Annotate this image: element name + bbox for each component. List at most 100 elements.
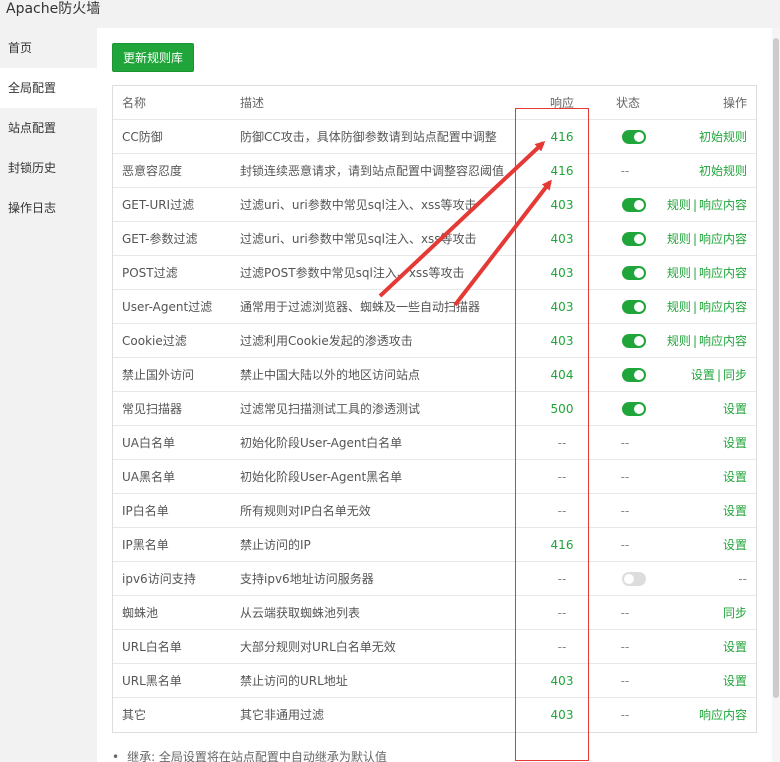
status-toggle[interactable] bbox=[622, 300, 646, 314]
op-link[interactable]: 规则 bbox=[667, 266, 691, 280]
table-row: 禁止国外访问 禁止中国大陆以外的地区访问站点 404 设置 | 同步 bbox=[113, 358, 756, 392]
rule-operations: 初始规则 bbox=[699, 154, 747, 188]
op-link[interactable]: 设置 bbox=[723, 640, 747, 654]
update-rules-button[interactable]: 更新规则库 bbox=[112, 43, 194, 72]
rule-operations: 设置 | 同步 bbox=[691, 358, 747, 392]
header-response: 响应 bbox=[549, 96, 574, 110]
rule-name: 恶意容忍度 bbox=[122, 164, 183, 178]
op-link[interactable]: 响应内容 bbox=[699, 232, 747, 246]
rule-desc: 初始化阶段User-Agent白名单 bbox=[240, 436, 403, 450]
table-row: 常见扫描器 过滤常见扫描测试工具的渗透测试 500 设置 bbox=[113, 392, 756, 426]
sidebar-item-2[interactable]: 站点配置 bbox=[0, 108, 97, 148]
op-link[interactable]: 响应内容 bbox=[699, 266, 747, 280]
sidebar-item-0[interactable]: 首页 bbox=[0, 28, 97, 68]
op-link[interactable]: 响应内容 bbox=[699, 334, 747, 348]
rule-status: -- bbox=[620, 504, 630, 518]
rule-response: 403 bbox=[550, 300, 574, 314]
rule-status: -- bbox=[620, 436, 630, 450]
status-toggle[interactable] bbox=[622, 572, 646, 586]
header-name: 名称 bbox=[122, 96, 147, 110]
rule-operations: 规则 | 响应内容 bbox=[667, 324, 747, 358]
rule-status: -- bbox=[620, 470, 630, 484]
table-row: UA白名单 初始化阶段User-Agent白名单 -- -- 设置 bbox=[113, 426, 756, 460]
op-link[interactable]: 设置 bbox=[691, 368, 715, 382]
rule-name: URL黑名单 bbox=[122, 674, 182, 688]
op-link[interactable]: 初始规则 bbox=[699, 130, 747, 144]
status-toggle[interactable] bbox=[622, 334, 646, 348]
table-row: IP白名单 所有规则对IP白名单无效 -- -- 设置 bbox=[113, 494, 756, 528]
rule-desc: 封锁连续恶意请求，请到站点配置中调整容忍阈值 bbox=[240, 164, 505, 178]
rule-response: 404 bbox=[550, 368, 574, 382]
rule-desc: 大部分规则对URL白名单无效 bbox=[240, 640, 396, 654]
rule-operations: 规则 | 响应内容 bbox=[667, 222, 747, 256]
table-header: 名称 描述 响应 状态 操作 bbox=[113, 86, 756, 120]
status-toggle[interactable] bbox=[622, 402, 646, 416]
table-row: ipv6访问支持 支持ipv6地址访问服务器 -- -- bbox=[113, 562, 756, 596]
op-link[interactable]: 规则 bbox=[667, 198, 691, 212]
op-link[interactable]: 设置 bbox=[723, 504, 747, 518]
rule-response: -- bbox=[557, 572, 567, 586]
rule-response: 403 bbox=[550, 266, 574, 280]
table-row: URL黑名单 禁止访问的URL地址 403 -- 设置 bbox=[113, 664, 756, 698]
status-cell bbox=[618, 256, 650, 290]
scrollbar-thumb[interactable] bbox=[773, 38, 779, 698]
rule-desc: 禁止访问的IP bbox=[240, 538, 311, 552]
op-link[interactable]: 响应内容 bbox=[699, 300, 747, 314]
rule-name: IP白名单 bbox=[122, 504, 169, 518]
op-separator: | bbox=[692, 334, 697, 348]
status-toggle[interactable] bbox=[622, 198, 646, 212]
op-link[interactable]: 响应内容 bbox=[699, 198, 747, 212]
window-title: Apache防火墙 bbox=[6, 1, 101, 17]
rule-response: -- bbox=[557, 606, 567, 620]
op-link[interactable]: 初始规则 bbox=[699, 164, 747, 178]
op-separator: | bbox=[692, 266, 697, 280]
op-link[interactable]: 同步 bbox=[723, 606, 747, 620]
table-row: 恶意容忍度 封锁连续恶意请求，请到站点配置中调整容忍阈值 416 -- 初始规则 bbox=[113, 154, 756, 188]
op-link[interactable]: 设置 bbox=[723, 674, 747, 688]
status-cell bbox=[618, 562, 650, 596]
status-cell bbox=[618, 120, 650, 154]
table-row: UA黑名单 初始化阶段User-Agent黑名单 -- -- 设置 bbox=[113, 460, 756, 494]
rule-operations: 规则 | 响应内容 bbox=[667, 188, 747, 222]
op-link[interactable]: 设置 bbox=[723, 402, 747, 416]
sidebar: 首页 全局配置 站点配置 封锁历史 操作日志 bbox=[0, 28, 97, 762]
op-link[interactable]: 设置 bbox=[723, 436, 747, 450]
op-link[interactable]: 响应内容 bbox=[699, 708, 747, 722]
status-toggle[interactable] bbox=[622, 232, 646, 246]
rule-name: GET-URI过滤 bbox=[122, 198, 195, 212]
rule-response: -- bbox=[557, 504, 567, 518]
rule-response: 416 bbox=[550, 164, 574, 178]
op-separator: | bbox=[692, 232, 697, 246]
header-status: 状态 bbox=[615, 96, 640, 110]
header-operation: 操作 bbox=[722, 96, 747, 110]
op-link[interactable]: 规则 bbox=[667, 300, 691, 314]
rule-name: Cookie过滤 bbox=[122, 334, 187, 348]
rule-operations: 规则 | 响应内容 bbox=[667, 256, 747, 290]
table-row: POST过滤 过滤POST参数中常见sql注入、xss等攻击 403 规则 | 响应内容 bbox=[113, 256, 756, 290]
table-row: 其它 其它非通用过滤 403 -- 响应内容 bbox=[113, 698, 756, 732]
rule-desc: 过滤利用Cookie发起的渗透攻击 bbox=[240, 334, 413, 348]
table-row: 蜘蛛池 从云端获取蜘蛛池列表 -- -- 同步 bbox=[113, 596, 756, 630]
rule-status: -- bbox=[620, 538, 630, 552]
op-link[interactable]: 设置 bbox=[723, 538, 747, 552]
rule-status: -- bbox=[620, 708, 630, 722]
status-toggle[interactable] bbox=[622, 368, 646, 382]
op-link[interactable]: 设置 bbox=[723, 470, 747, 484]
rule-operations: 设置 bbox=[723, 494, 747, 528]
op-link[interactable]: 规则 bbox=[667, 232, 691, 246]
op-link[interactable]: 规则 bbox=[667, 334, 691, 348]
rule-status: -- bbox=[620, 674, 630, 688]
op-link[interactable]: 同步 bbox=[723, 368, 747, 382]
sidebar-item-1[interactable]: 全局配置 bbox=[0, 68, 97, 108]
inherit-note: 继承: 全局设置将在站点配置中自动继承为默认值 bbox=[112, 748, 387, 762]
rule-operations: 设置 bbox=[723, 630, 747, 664]
sidebar-item-3[interactable]: 封锁历史 bbox=[0, 148, 97, 188]
rule-name: URL白名单 bbox=[122, 640, 182, 654]
rule-status: -- bbox=[620, 640, 630, 654]
scrollbar[interactable] bbox=[772, 28, 780, 762]
sidebar-item-4[interactable]: 操作日志 bbox=[0, 188, 97, 228]
status-toggle[interactable] bbox=[622, 266, 646, 280]
rule-response: -- bbox=[557, 470, 567, 484]
status-toggle[interactable] bbox=[622, 130, 646, 144]
rule-desc: 通常用于过滤浏览器、蜘蛛及一些自动扫描器 bbox=[240, 300, 481, 314]
